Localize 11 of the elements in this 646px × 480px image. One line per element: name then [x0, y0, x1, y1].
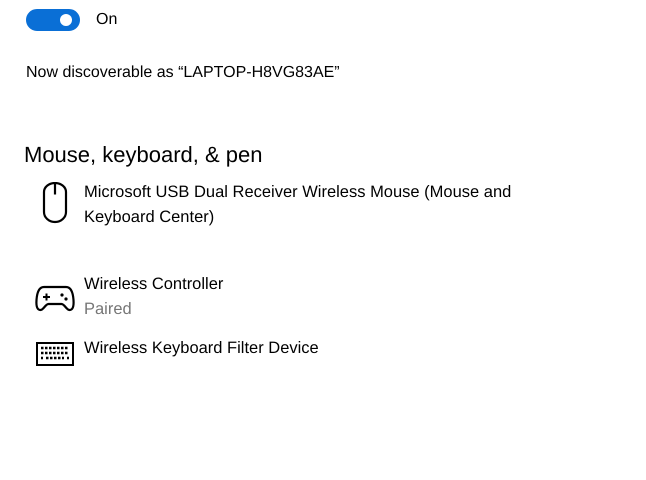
- toggle-label: On: [96, 11, 118, 29]
- section-heading: Mouse, keyboard, & pen: [24, 142, 264, 168]
- device-name[interactable]: Wireless Keyboard Filter Device: [84, 336, 554, 361]
- device-status: Paired: [84, 299, 133, 320]
- toggle-switch[interactable]: [26, 9, 80, 31]
- device-name[interactable]: Microsoft USB Dual Receiver Wireless Mouse (Mouse and Keyboard Center): [84, 180, 554, 230]
- device-name[interactable]: Wireless Controller: [84, 272, 554, 297]
- keyboard-icon: [36, 342, 74, 366]
- gamepad-icon: [35, 284, 75, 312]
- mouse-icon: [40, 182, 70, 224]
- discoverable-text: Now discoverable as “LAPTOP-H8VG83AE”: [26, 64, 341, 82]
